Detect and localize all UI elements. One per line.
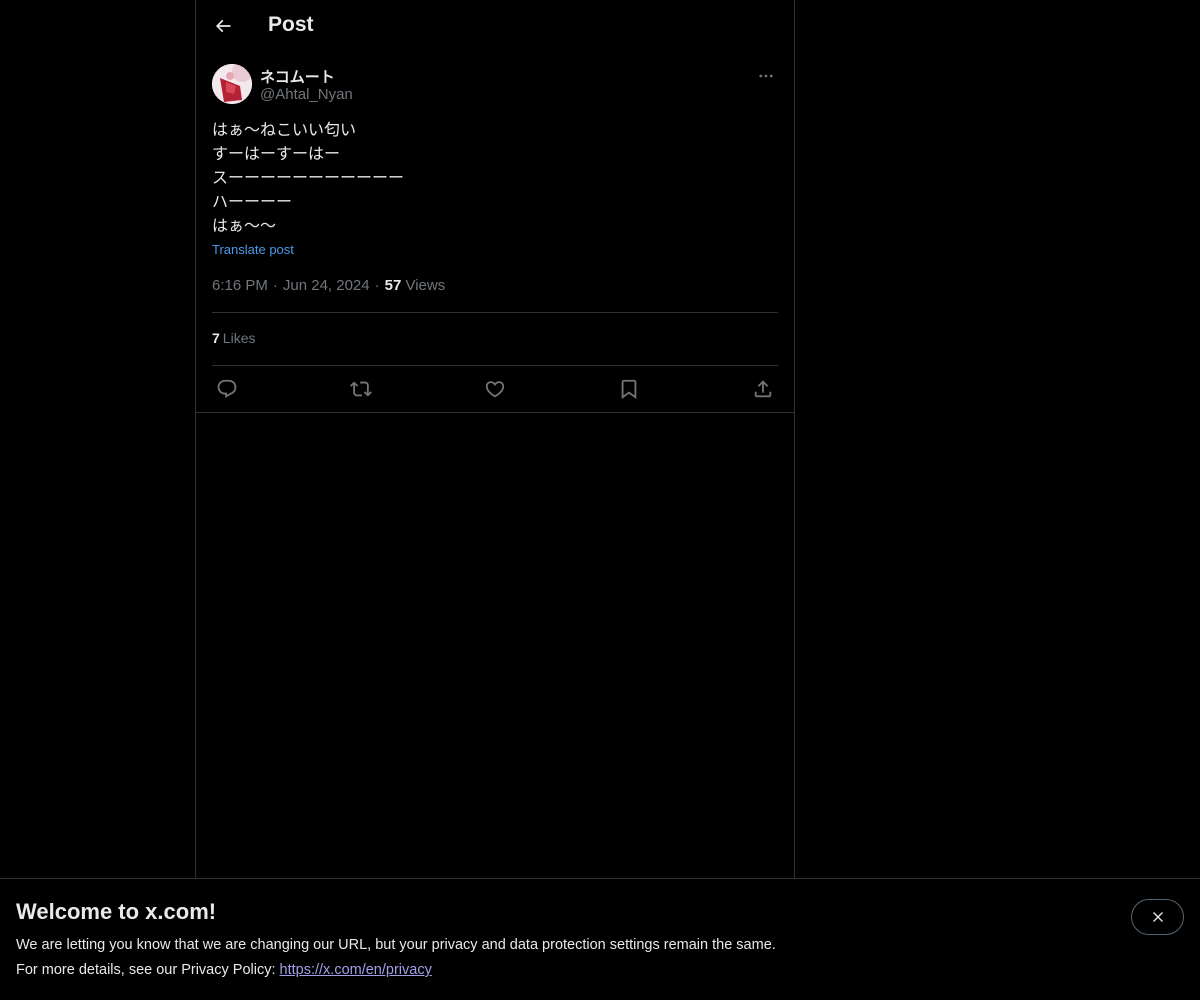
back-arrow-icon <box>215 19 231 33</box>
more-icon <box>759 74 773 78</box>
heart-icon <box>485 381 505 398</box>
post-text-line: はぁ〜ねこいい匂い <box>212 122 357 139</box>
more-options-button[interactable] <box>754 64 778 88</box>
back-button[interactable] <box>206 9 240 43</box>
likes-stat[interactable]: 7 Likes <box>212 330 255 346</box>
share-icon <box>754 380 772 398</box>
divider <box>212 312 778 313</box>
post-date[interactable]: Jun 24, 2024 <box>283 277 370 294</box>
post-author: ネコムート @Ahtal_Nyan <box>212 64 778 108</box>
avatar[interactable] <box>212 64 252 104</box>
likes-count: 7 <box>212 330 220 346</box>
bookmark-icon <box>621 379 637 400</box>
repost-button[interactable] <box>348 376 374 402</box>
views-count: 57 <box>384 277 402 294</box>
post-text: はぁ〜ねこいい匂い すーはーすーはー スーーーーーーーーーーー ハーーーー はぁ… <box>212 119 778 239</box>
author-display-name[interactable]: ネコムート <box>260 66 335 87</box>
post-text-line: はぁ〜〜 <box>212 218 277 235</box>
post-text-line: ハーーーー <box>212 194 293 211</box>
post-time[interactable]: 6:16 PM <box>212 277 268 294</box>
banner-close-button[interactable] <box>1131 899 1184 935</box>
close-icon <box>1152 912 1163 922</box>
bookmark-button[interactable] <box>616 376 642 402</box>
privacy-policy-link[interactable]: https://x.com/en/privacy <box>280 962 432 978</box>
like-button[interactable] <box>482 376 508 402</box>
views-label: Views <box>405 277 446 294</box>
author-handle[interactable]: @Ahtal_Nyan <box>260 86 353 103</box>
reply-icon <box>217 379 237 398</box>
post-metadata: 6:16 PM · Jun 24, 2024 · 57 Views <box>212 277 446 294</box>
banner-title: Welcome to x.com! <box>16 899 217 924</box>
post-text-line: スーーーーーーーーーーー <box>212 170 405 187</box>
post-text-line: すーはーすーはー <box>212 146 341 163</box>
main-column: Post ネコムート @Ahtal_Nyan はぁ〜ねこいい匂い すーはーすーは… <box>195 0 795 879</box>
likes-label: Likes <box>222 330 256 346</box>
post-actions <box>196 366 794 412</box>
banner-privacy-prefix: For more details, see our Privacy Policy… <box>16 962 280 978</box>
reply-button[interactable] <box>214 376 240 402</box>
translate-post-link[interactable]: Translate post <box>212 242 294 257</box>
post-header: Post <box>196 0 794 54</box>
share-button[interactable] <box>750 376 776 402</box>
divider <box>196 412 794 413</box>
banner-message: We are letting you know that we are chan… <box>16 937 776 953</box>
page-title: Post <box>268 13 314 36</box>
repost-icon <box>350 381 372 397</box>
url-change-banner: Welcome to x.com! We are letting you kno… <box>0 878 1200 1000</box>
banner-privacy-line: For more details, see our Privacy Policy… <box>16 962 432 978</box>
